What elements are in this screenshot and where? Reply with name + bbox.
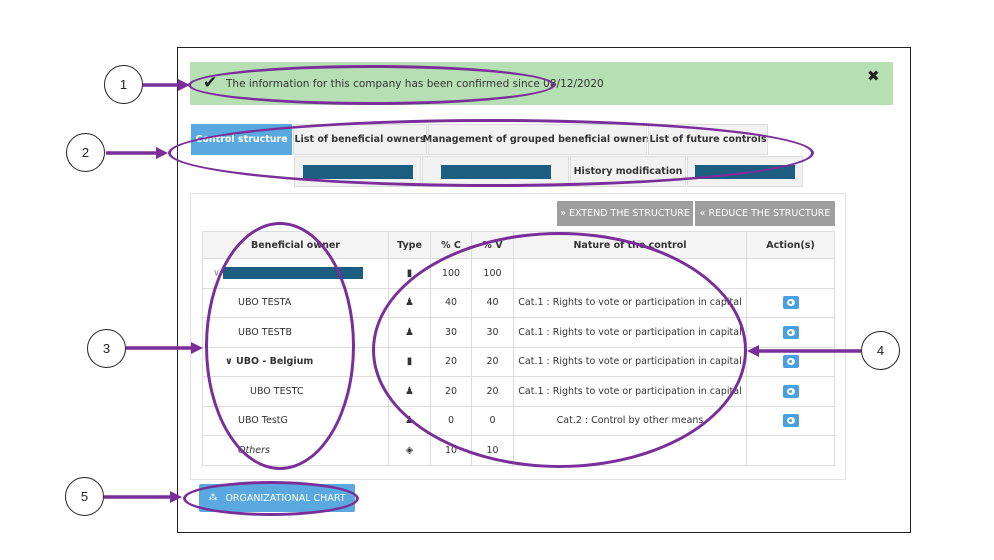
person-icon: ♟ bbox=[388, 405, 431, 436]
nature-cell: Cat.1 : Rights to vote or participation … bbox=[513, 346, 747, 377]
extend-structure-button[interactable]: » EXTEND THE STRUCTURE bbox=[557, 201, 693, 226]
view-eye-icon[interactable] bbox=[782, 325, 799, 339]
organizational-chart-button[interactable]: ⁂ ORGANIZATIONAL CHART bbox=[199, 484, 355, 512]
sitemap-icon: ⁂ bbox=[208, 493, 218, 503]
callout-2: 2 bbox=[66, 133, 105, 172]
percent-vote: 20 bbox=[471, 376, 514, 407]
percent-capital: 20 bbox=[430, 376, 472, 407]
redacted-owner-name bbox=[222, 267, 363, 280]
owner-name: UBO TestG bbox=[202, 405, 389, 436]
action-cell bbox=[746, 287, 835, 318]
tab-future-controls[interactable]: List of future controls bbox=[648, 124, 768, 155]
nature-cell: Cat.2 : Control by other means bbox=[513, 405, 747, 436]
redacted-tab-label bbox=[695, 164, 795, 179]
table-row: ∨ ▮ 100 100 bbox=[202, 258, 835, 289]
tab-grouped-beneficial-owners[interactable]: Management of grouped beneficial owners bbox=[423, 124, 652, 155]
action-cell bbox=[746, 258, 835, 289]
percent-vote: 10 bbox=[471, 435, 514, 466]
percent-capital: 30 bbox=[430, 317, 472, 348]
chevron-down-icon[interactable]: ∨ bbox=[213, 268, 223, 279]
owner-cell[interactable]: ∨ bbox=[202, 258, 389, 289]
owner-name: Others bbox=[202, 435, 389, 466]
percent-vote: 0 bbox=[471, 405, 514, 436]
col-beneficial-owner: Beneficial owner bbox=[202, 231, 389, 259]
percent-capital: 20 bbox=[430, 346, 472, 377]
table-row: UBO TESTB ♟ 30 30 Cat.1 : Rights to vote… bbox=[202, 317, 835, 348]
table-row: UBO TestG ♟ 0 0 Cat.2 : Control by other… bbox=[202, 405, 835, 436]
banner-message: The information for this company has bee… bbox=[226, 78, 604, 90]
nature-cell bbox=[513, 258, 747, 289]
close-icon[interactable]: ✖ bbox=[867, 67, 880, 85]
action-cell bbox=[746, 346, 835, 377]
table-row: Others ◈ 10 10 bbox=[202, 435, 835, 466]
tab-control-structure[interactable]: Control structure bbox=[191, 124, 292, 155]
action-cell bbox=[746, 435, 835, 466]
chevron-down-icon[interactable]: ∨ bbox=[225, 356, 236, 367]
action-cell bbox=[746, 317, 835, 348]
tab-redacted-1[interactable] bbox=[294, 156, 421, 187]
percent-vote: 40 bbox=[471, 287, 514, 318]
percent-capital: 0 bbox=[430, 405, 472, 436]
col-percent-capital: % C bbox=[430, 231, 472, 259]
owner-name: UBO TESTC bbox=[202, 376, 389, 407]
view-eye-icon[interactable] bbox=[782, 384, 799, 398]
person-icon: ♟ bbox=[388, 376, 431, 407]
view-eye-icon[interactable] bbox=[782, 296, 799, 310]
tab-redacted-3[interactable] bbox=[687, 156, 803, 187]
control-structure-table: Beneficial owner Type % C % V Nature of … bbox=[202, 231, 835, 466]
org-chart-label: ORGANIZATIONAL CHART bbox=[225, 492, 346, 504]
building-icon: ▮ bbox=[388, 258, 431, 289]
nature-cell: Cat.1 : Rights to vote or participation … bbox=[513, 376, 747, 407]
percent-capital: 40 bbox=[430, 287, 472, 318]
view-eye-icon[interactable] bbox=[782, 414, 799, 428]
reduce-structure-button[interactable]: « REDUCE THE STRUCTURE bbox=[695, 201, 835, 226]
table-row: UBO TESTA ♟ 40 40 Cat.1 : Rights to vote… bbox=[202, 287, 835, 318]
table-row: ∨ UBO - Belgium ▮ 20 20 Cat.1 : Rights t… bbox=[202, 346, 835, 377]
eye-slash-icon: ◈ bbox=[388, 435, 431, 466]
nature-cell bbox=[513, 435, 747, 466]
owner-name: UBO TESTB bbox=[202, 317, 389, 348]
percent-vote: 100 bbox=[471, 258, 514, 289]
percent-vote: 30 bbox=[471, 317, 514, 348]
owner-name: UBO - Belgium bbox=[236, 356, 314, 368]
callout-1: 1 bbox=[104, 65, 143, 104]
owner-cell[interactable]: ∨ UBO - Belgium bbox=[202, 346, 389, 377]
check-icon: ✔ bbox=[203, 73, 218, 93]
col-actions: Action(s) bbox=[746, 231, 835, 259]
callout-5: 5 bbox=[65, 477, 104, 516]
percent-capital: 100 bbox=[430, 258, 472, 289]
person-icon: ♟ bbox=[388, 317, 431, 348]
percent-capital: 10 bbox=[430, 435, 472, 466]
action-cell bbox=[746, 405, 835, 436]
nature-cell: Cat.1 : Rights to vote or participation … bbox=[513, 317, 747, 348]
nature-cell: Cat.1 : Rights to vote or participation … bbox=[513, 287, 747, 318]
tab-history-modification[interactable]: History modification bbox=[570, 156, 686, 187]
redacted-tab-label bbox=[440, 164, 551, 179]
col-type: Type bbox=[388, 231, 431, 259]
callout-3: 3 bbox=[87, 329, 126, 368]
callout-4: 4 bbox=[861, 331, 900, 370]
percent-vote: 20 bbox=[471, 346, 514, 377]
table-header-row: Beneficial owner Type % C % V Nature of … bbox=[202, 231, 835, 259]
owner-name: UBO TESTA bbox=[202, 287, 389, 318]
tab-beneficial-owners[interactable]: List of beneficial owners bbox=[293, 124, 427, 155]
col-nature-of-control: Nature of the control bbox=[513, 231, 747, 259]
person-icon: ♟ bbox=[388, 287, 431, 318]
table-row: UBO TESTC ♟ 20 20 Cat.1 : Rights to vote… bbox=[202, 376, 835, 407]
view-eye-icon[interactable] bbox=[782, 355, 799, 369]
redacted-tab-label bbox=[302, 164, 413, 179]
action-cell bbox=[746, 376, 835, 407]
tab-redacted-2[interactable] bbox=[422, 156, 569, 187]
building-icon: ▮ bbox=[388, 346, 431, 377]
col-percent-vote: % V bbox=[471, 231, 514, 259]
